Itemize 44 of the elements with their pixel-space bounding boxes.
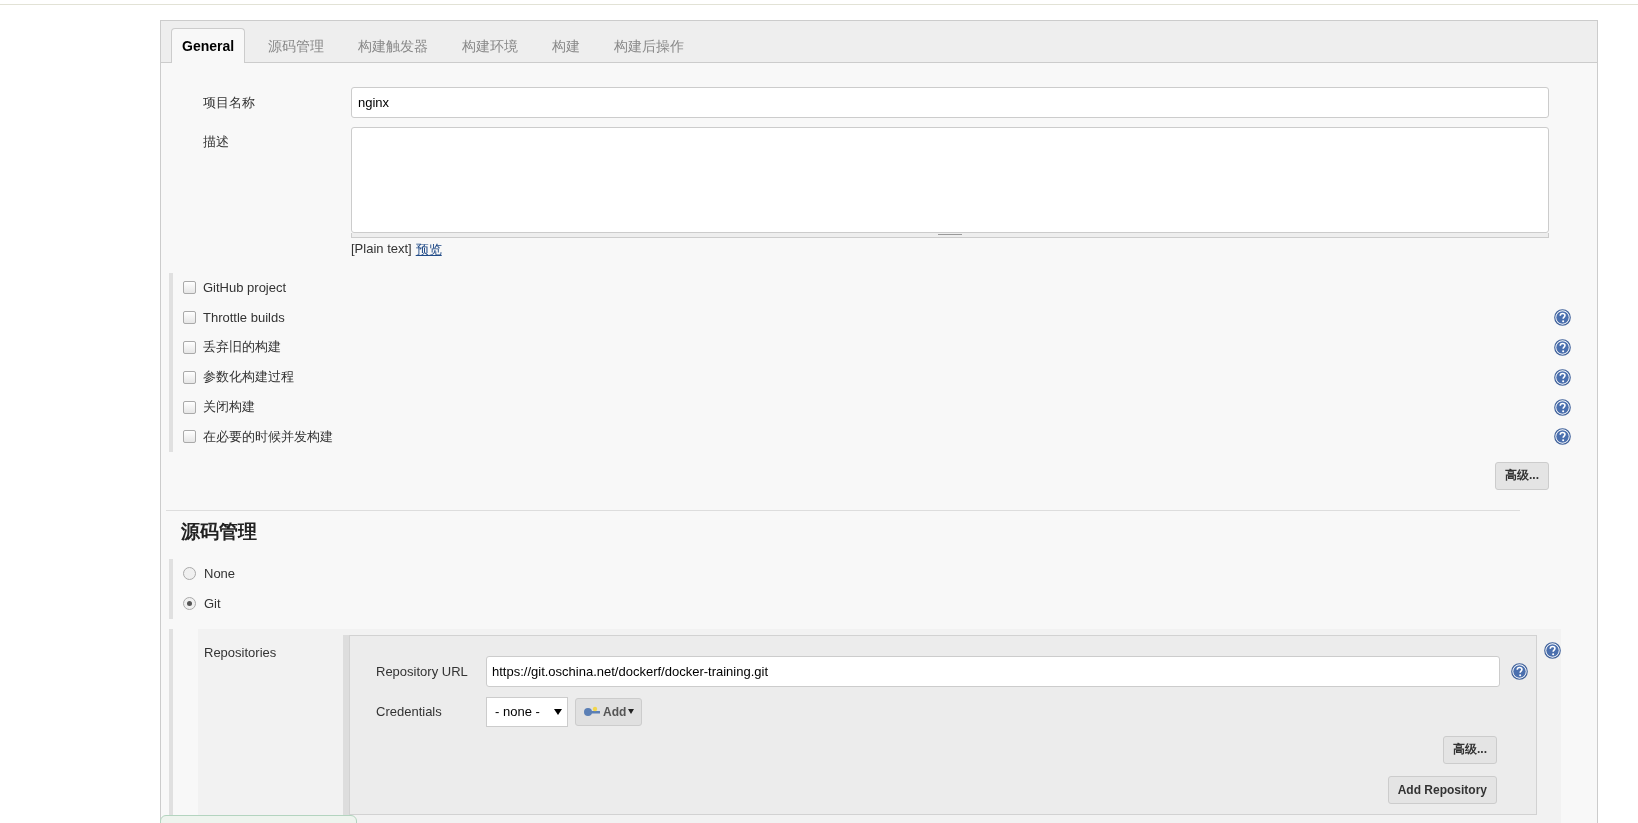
input-field[interactable]: nginx [351, 87, 1549, 118]
preview-link[interactable]: 预览 [415, 241, 442, 259]
caret-icon [554, 708, 562, 715]
option-label: 丢弃旧的构建 [203, 338, 281, 357]
help-icon[interactable] [1544, 641, 1561, 659]
field-label: 描述 [202, 133, 230, 151]
format-note: [Plain text] [351, 241, 412, 258]
field-label: Credentials [376, 704, 443, 720]
radio-button[interactable] [183, 597, 196, 611]
help-icon[interactable] [1554, 398, 1571, 416]
checkbox[interactable] [183, 281, 196, 295]
input-field[interactable]: https://git.oschina.net/dockerf/docker-training.git [486, 655, 1500, 687]
checkbox[interactable] [183, 370, 196, 384]
checkbox[interactable] [183, 311, 196, 325]
option-label: GitHub project [203, 280, 287, 296]
checkbox[interactable] [183, 400, 196, 414]
option-label: Git [204, 596, 221, 612]
help-icon[interactable] [1511, 662, 1528, 680]
option-label: None [204, 566, 236, 582]
add-repository-button[interactable]: Add Repository [1387, 775, 1497, 804]
section-heading: 源码管理 [181, 518, 258, 544]
help-icon[interactable] [1554, 339, 1571, 356]
help-icon[interactable] [1554, 368, 1571, 386]
option-label: 参数化构建过程 [203, 368, 294, 387]
option-label: 关闭构建 [203, 398, 255, 417]
help-icon[interactable] [1554, 309, 1571, 327]
field-label: Repositories [203, 643, 278, 660]
text-area[interactable] [351, 127, 1549, 233]
field-label: 项目名称 [202, 93, 256, 112]
advanced-button[interactable]: 高级... [1443, 735, 1497, 764]
caret-icon [628, 709, 635, 715]
field-label: Repository URL [376, 663, 469, 679]
radio-button[interactable] [183, 567, 196, 581]
add-button[interactable]: Add [575, 697, 643, 726]
option-label: 在必要的时候并发构建 [203, 427, 333, 446]
key-icon [583, 705, 601, 718]
resize-handle[interactable] [351, 233, 1549, 238]
checkbox[interactable] [183, 430, 196, 444]
help-icon[interactable] [1554, 428, 1571, 446]
advanced-button[interactable]: 高级... [1495, 461, 1549, 490]
checkbox[interactable] [183, 341, 196, 354]
tab[interactable]: General [171, 28, 246, 63]
credentials-dropdown[interactable]: - none - [486, 696, 568, 727]
option-label: Throttle builds [203, 310, 285, 326]
